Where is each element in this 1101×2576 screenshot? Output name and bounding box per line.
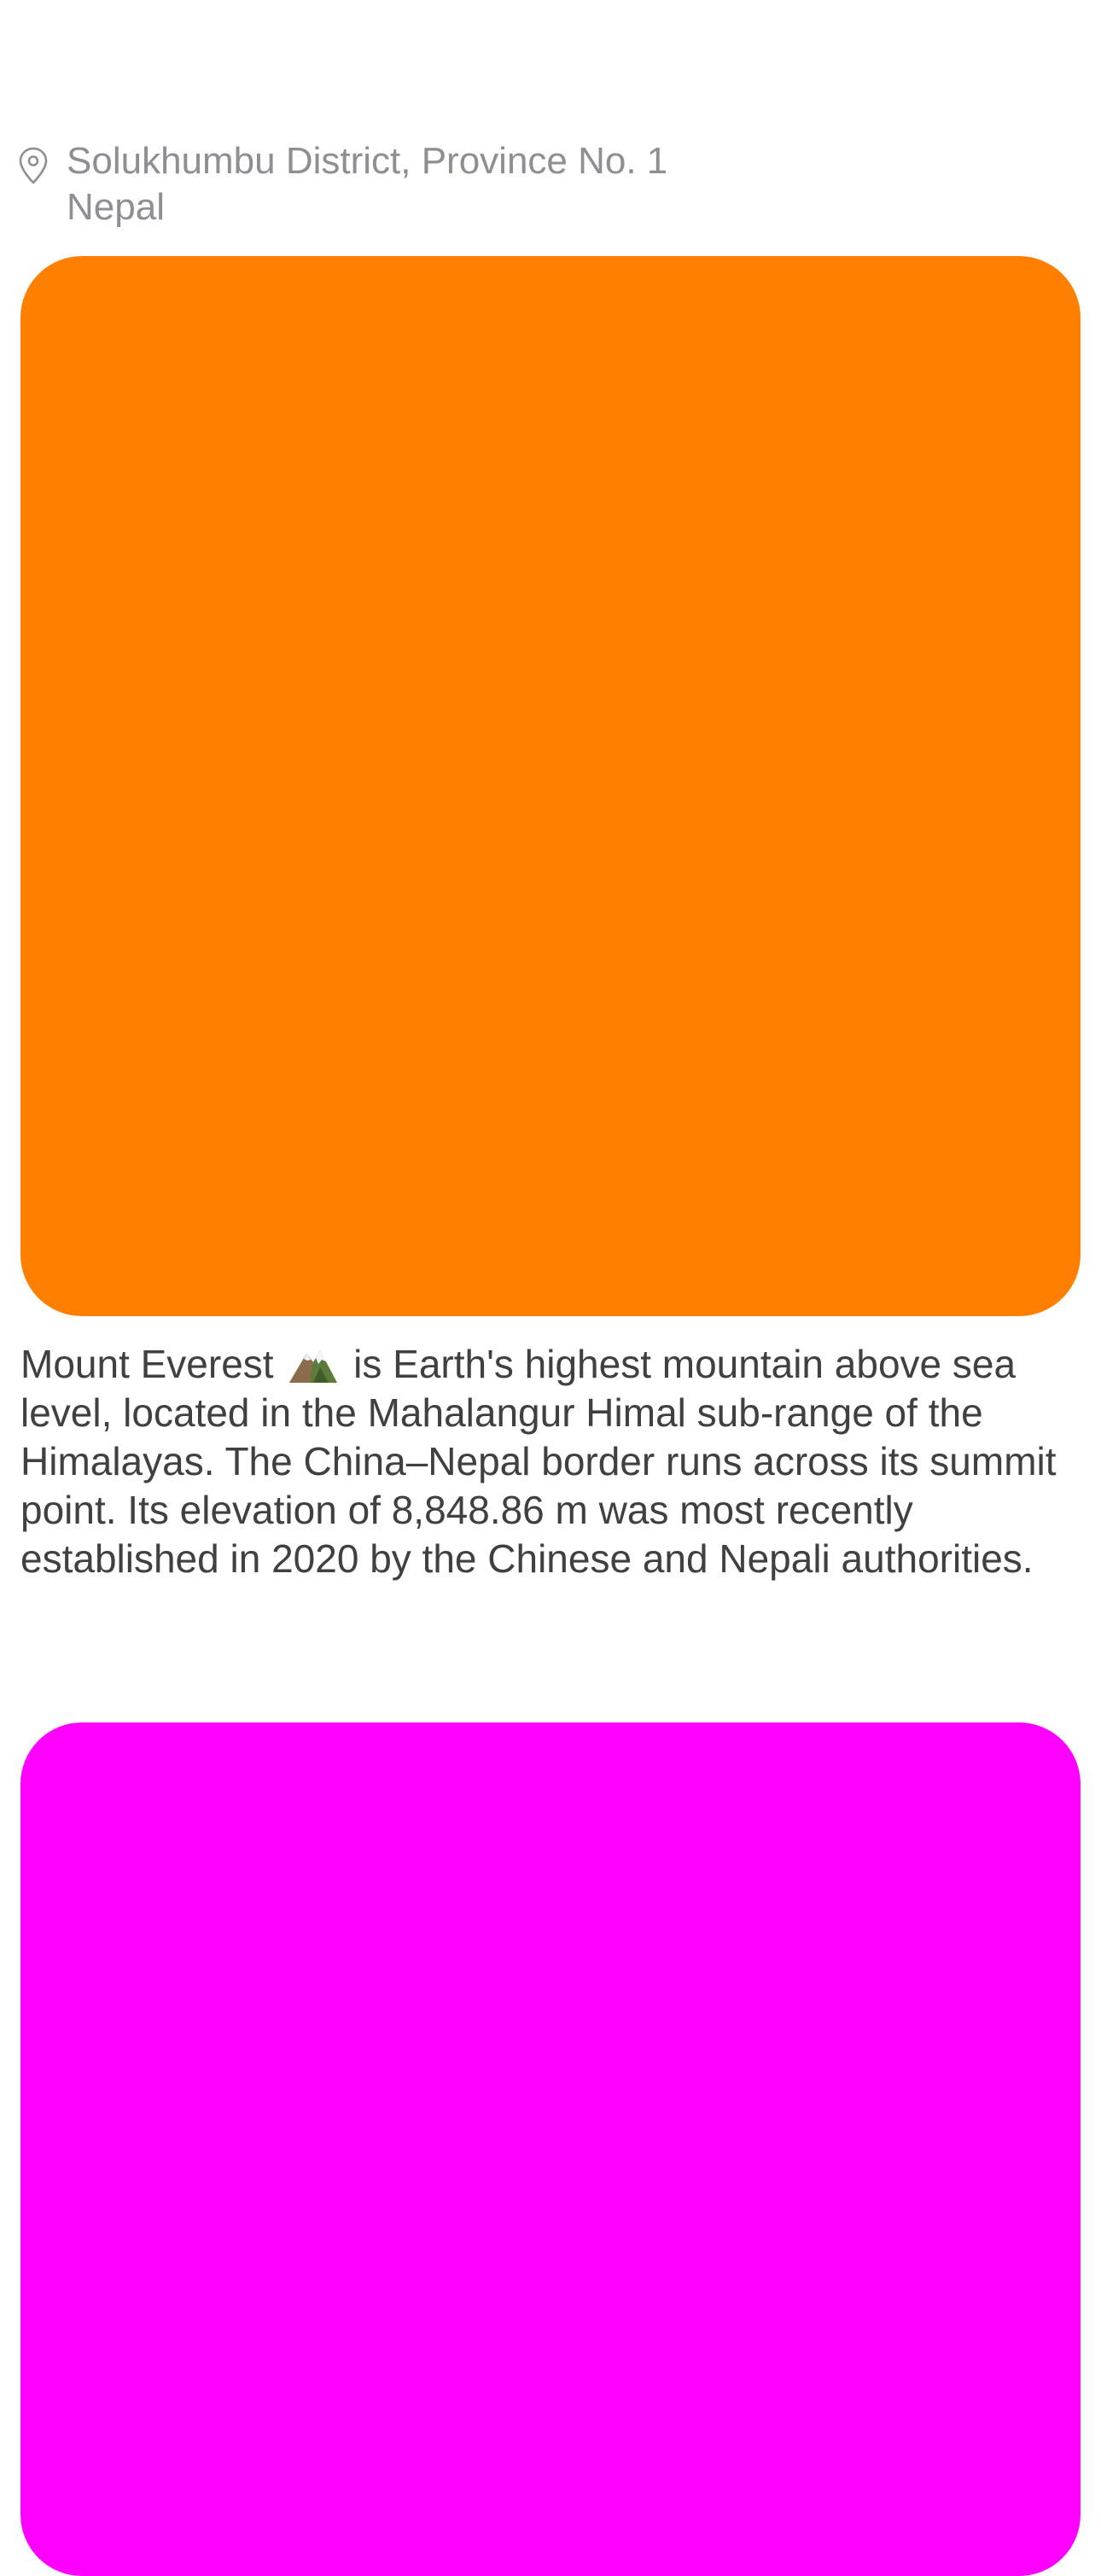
location-line-region: Solukhumbu District, Province No. 1 <box>67 140 668 182</box>
description-subject: Mount Everest <box>20 1342 274 1386</box>
map-pin-icon <box>19 147 48 184</box>
mountain-emoji-icon <box>289 1350 338 1383</box>
location-text: Solukhumbu District, Province No. 1 Nepa… <box>67 138 667 230</box>
description-text: Mount Everest is Earth's highest mountai… <box>20 1340 1087 1583</box>
location-header: Solukhumbu District, Province No. 1 Nepa… <box>19 138 787 230</box>
image-card-orange[interactable] <box>20 256 1081 1316</box>
image-card-magenta[interactable] <box>20 1722 1081 2576</box>
location-line-country: Nepal <box>67 186 165 228</box>
